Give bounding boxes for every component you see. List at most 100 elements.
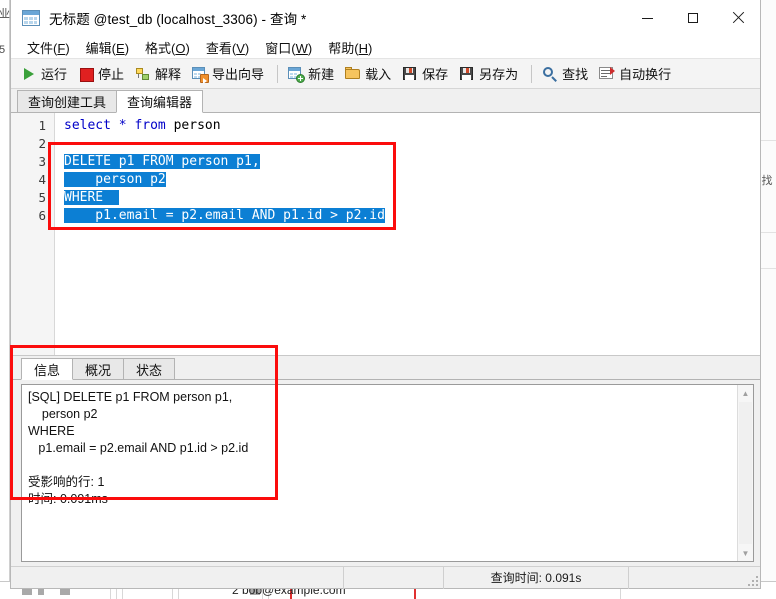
- title-bar: 无标题 @test_db (localhost_3306) - 查询 *: [11, 0, 760, 36]
- menu-format[interactable]: 格式(O): [137, 36, 198, 59]
- run-play-icon: [21, 66, 37, 82]
- menu-help-label: 帮助: [328, 40, 355, 56]
- background-right-text: 找: [761, 175, 773, 187]
- explain-button-label: 解释: [155, 67, 182, 82]
- scroll-up-icon[interactable]: ▲: [738, 385, 753, 401]
- code-line-1: select * from person: [56, 117, 760, 135]
- run-button-label: 运行: [41, 67, 68, 82]
- line-number: 1: [38, 118, 46, 133]
- result-tab-bar: 信息 概况 状态: [11, 356, 760, 380]
- stop-square-icon: [78, 66, 95, 82]
- query-window: 无标题 @test_db (localhost_3306) - 查询 * 文件(…: [10, 0, 761, 589]
- sql-code-area[interactable]: select * from person DELETE p1 FROM pers…: [56, 113, 760, 355]
- status-bar: 查询时间: 0.091s: [11, 566, 760, 589]
- tab-query-editor[interactable]: 查询编辑器: [116, 90, 204, 113]
- menu-file-label: 文件: [27, 40, 54, 56]
- new-button-label: 新建: [308, 67, 335, 82]
- result-tab-status-label: 状态: [136, 362, 163, 378]
- word-wrap-button-label: 自动换行: [619, 67, 672, 82]
- new-query-icon: [288, 66, 306, 83]
- scrollbar-thumb[interactable]: [739, 402, 752, 544]
- result-tab-profile[interactable]: 概况: [72, 358, 125, 379]
- stop-button-label: 停止: [98, 67, 125, 82]
- code-line-6: p1.email = p2.email AND p1.id > p2.id: [56, 207, 760, 225]
- find-button[interactable]: 查找: [538, 62, 595, 86]
- export-wizard-button-label: 导出向导: [212, 67, 265, 82]
- explain-icon: [135, 66, 151, 82]
- minimize-icon: [642, 17, 653, 19]
- code-line-4: person p2: [56, 171, 760, 189]
- result-message-text: [SQL] DELETE p1 FROM person p1, person p…: [28, 390, 249, 506]
- result-message-box[interactable]: [SQL] DELETE p1 FROM person p1, person p…: [21, 384, 754, 562]
- window-title: 无标题 @test_db (localhost_3306) - 查询 *: [49, 12, 307, 27]
- export-wizard-icon: [192, 66, 210, 84]
- menu-view[interactable]: 查看(V): [198, 36, 257, 59]
- tab-query-builder-label: 查询创建工具: [28, 95, 107, 110]
- sql-star: *: [118, 118, 127, 133]
- line-number: 5: [38, 190, 46, 205]
- menu-window-label: 窗口: [265, 40, 292, 56]
- new-button[interactable]: 新建: [284, 62, 341, 86]
- result-tab-info-label: 信息: [34, 362, 61, 378]
- menu-edit-accel: E: [116, 40, 125, 56]
- menu-format-label: 格式: [145, 40, 172, 56]
- toolbar: 运行 停止 解释 导出向导 新建 载入 保存 另存为 查找 自动换行: [11, 59, 760, 89]
- menu-bar: 文件(F) 编辑(E) 格式(O) 查看(V) 窗口(W) 帮助(H): [11, 36, 760, 59]
- line-number: 6: [38, 208, 46, 223]
- menu-edit-label: 编辑: [85, 40, 112, 56]
- status-segment-4: [629, 567, 749, 589]
- tab-query-editor-label: 查询编辑器: [127, 95, 193, 110]
- save-as-disk-icon: [459, 66, 475, 82]
- menu-help[interactable]: 帮助(H): [320, 36, 380, 59]
- toolbar-separator-1: [277, 64, 279, 83]
- menu-format-accel: O: [175, 40, 186, 56]
- resize-grip-icon[interactable]: [746, 574, 758, 586]
- menu-help-accel: H: [358, 40, 368, 56]
- minimize-button[interactable]: [625, 0, 670, 36]
- save-as-button-label: 另存为: [479, 67, 519, 82]
- result-scrollbar[interactable]: ▲ ▼: [737, 385, 753, 561]
- export-wizard-button[interactable]: 导出向导: [188, 62, 271, 86]
- save-button-label: 保存: [422, 67, 449, 82]
- load-button-label: 载入: [365, 67, 392, 82]
- result-tab-status[interactable]: 状态: [123, 358, 176, 379]
- load-button[interactable]: 载入: [341, 62, 398, 86]
- explain-button[interactable]: 解释: [131, 62, 188, 86]
- line-number-gutter: 1 2 3 4 5 6: [11, 113, 55, 355]
- close-button[interactable]: [715, 0, 760, 36]
- menu-window-accel: W: [295, 40, 308, 56]
- selected-sql-text: WHERE: [64, 190, 104, 205]
- save-as-button[interactable]: 另存为: [455, 62, 525, 86]
- save-button[interactable]: 保存: [398, 62, 455, 86]
- maximize-icon: [687, 13, 698, 23]
- folder-open-icon: [345, 66, 361, 82]
- menu-window[interactable]: 窗口(W): [257, 36, 320, 59]
- result-tab-info[interactable]: 信息: [21, 358, 74, 380]
- menu-view-label: 查看: [205, 40, 232, 56]
- stop-button[interactable]: 停止: [74, 62, 131, 86]
- sql-keyword: from: [134, 118, 166, 133]
- maximize-button[interactable]: [670, 0, 715, 36]
- word-wrap-icon: [599, 66, 616, 82]
- tab-query-builder[interactable]: 查询创建工具: [17, 90, 118, 112]
- scroll-down-icon[interactable]: ▼: [738, 545, 753, 561]
- word-wrap-button[interactable]: 自动换行: [595, 62, 678, 86]
- search-magnifier-icon: [542, 66, 558, 82]
- menu-edit[interactable]: 编辑(E): [78, 36, 137, 59]
- menu-file[interactable]: 文件(F): [19, 36, 78, 59]
- sql-editor[interactable]: 1 2 3 4 5 6 select * from person DELETE …: [11, 113, 760, 356]
- sql-keyword: select: [64, 118, 111, 133]
- run-button[interactable]: 运行: [17, 62, 74, 86]
- line-number: 3: [38, 154, 46, 169]
- selected-sql-text: p1.email = p2.email AND p1.id > p2.id: [64, 208, 385, 223]
- background-left-panel: 业 5: [0, 0, 10, 599]
- status-segment-2: [344, 566, 444, 589]
- selected-sql-text: person p2: [64, 172, 166, 187]
- close-icon: [732, 12, 744, 24]
- find-button-label: 查找: [562, 67, 589, 82]
- code-line-3: DELETE p1 FROM person p1,: [56, 153, 760, 171]
- query-grid-icon: [22, 10, 40, 26]
- save-disk-icon: [402, 66, 418, 82]
- sql-identifier: person: [165, 118, 221, 133]
